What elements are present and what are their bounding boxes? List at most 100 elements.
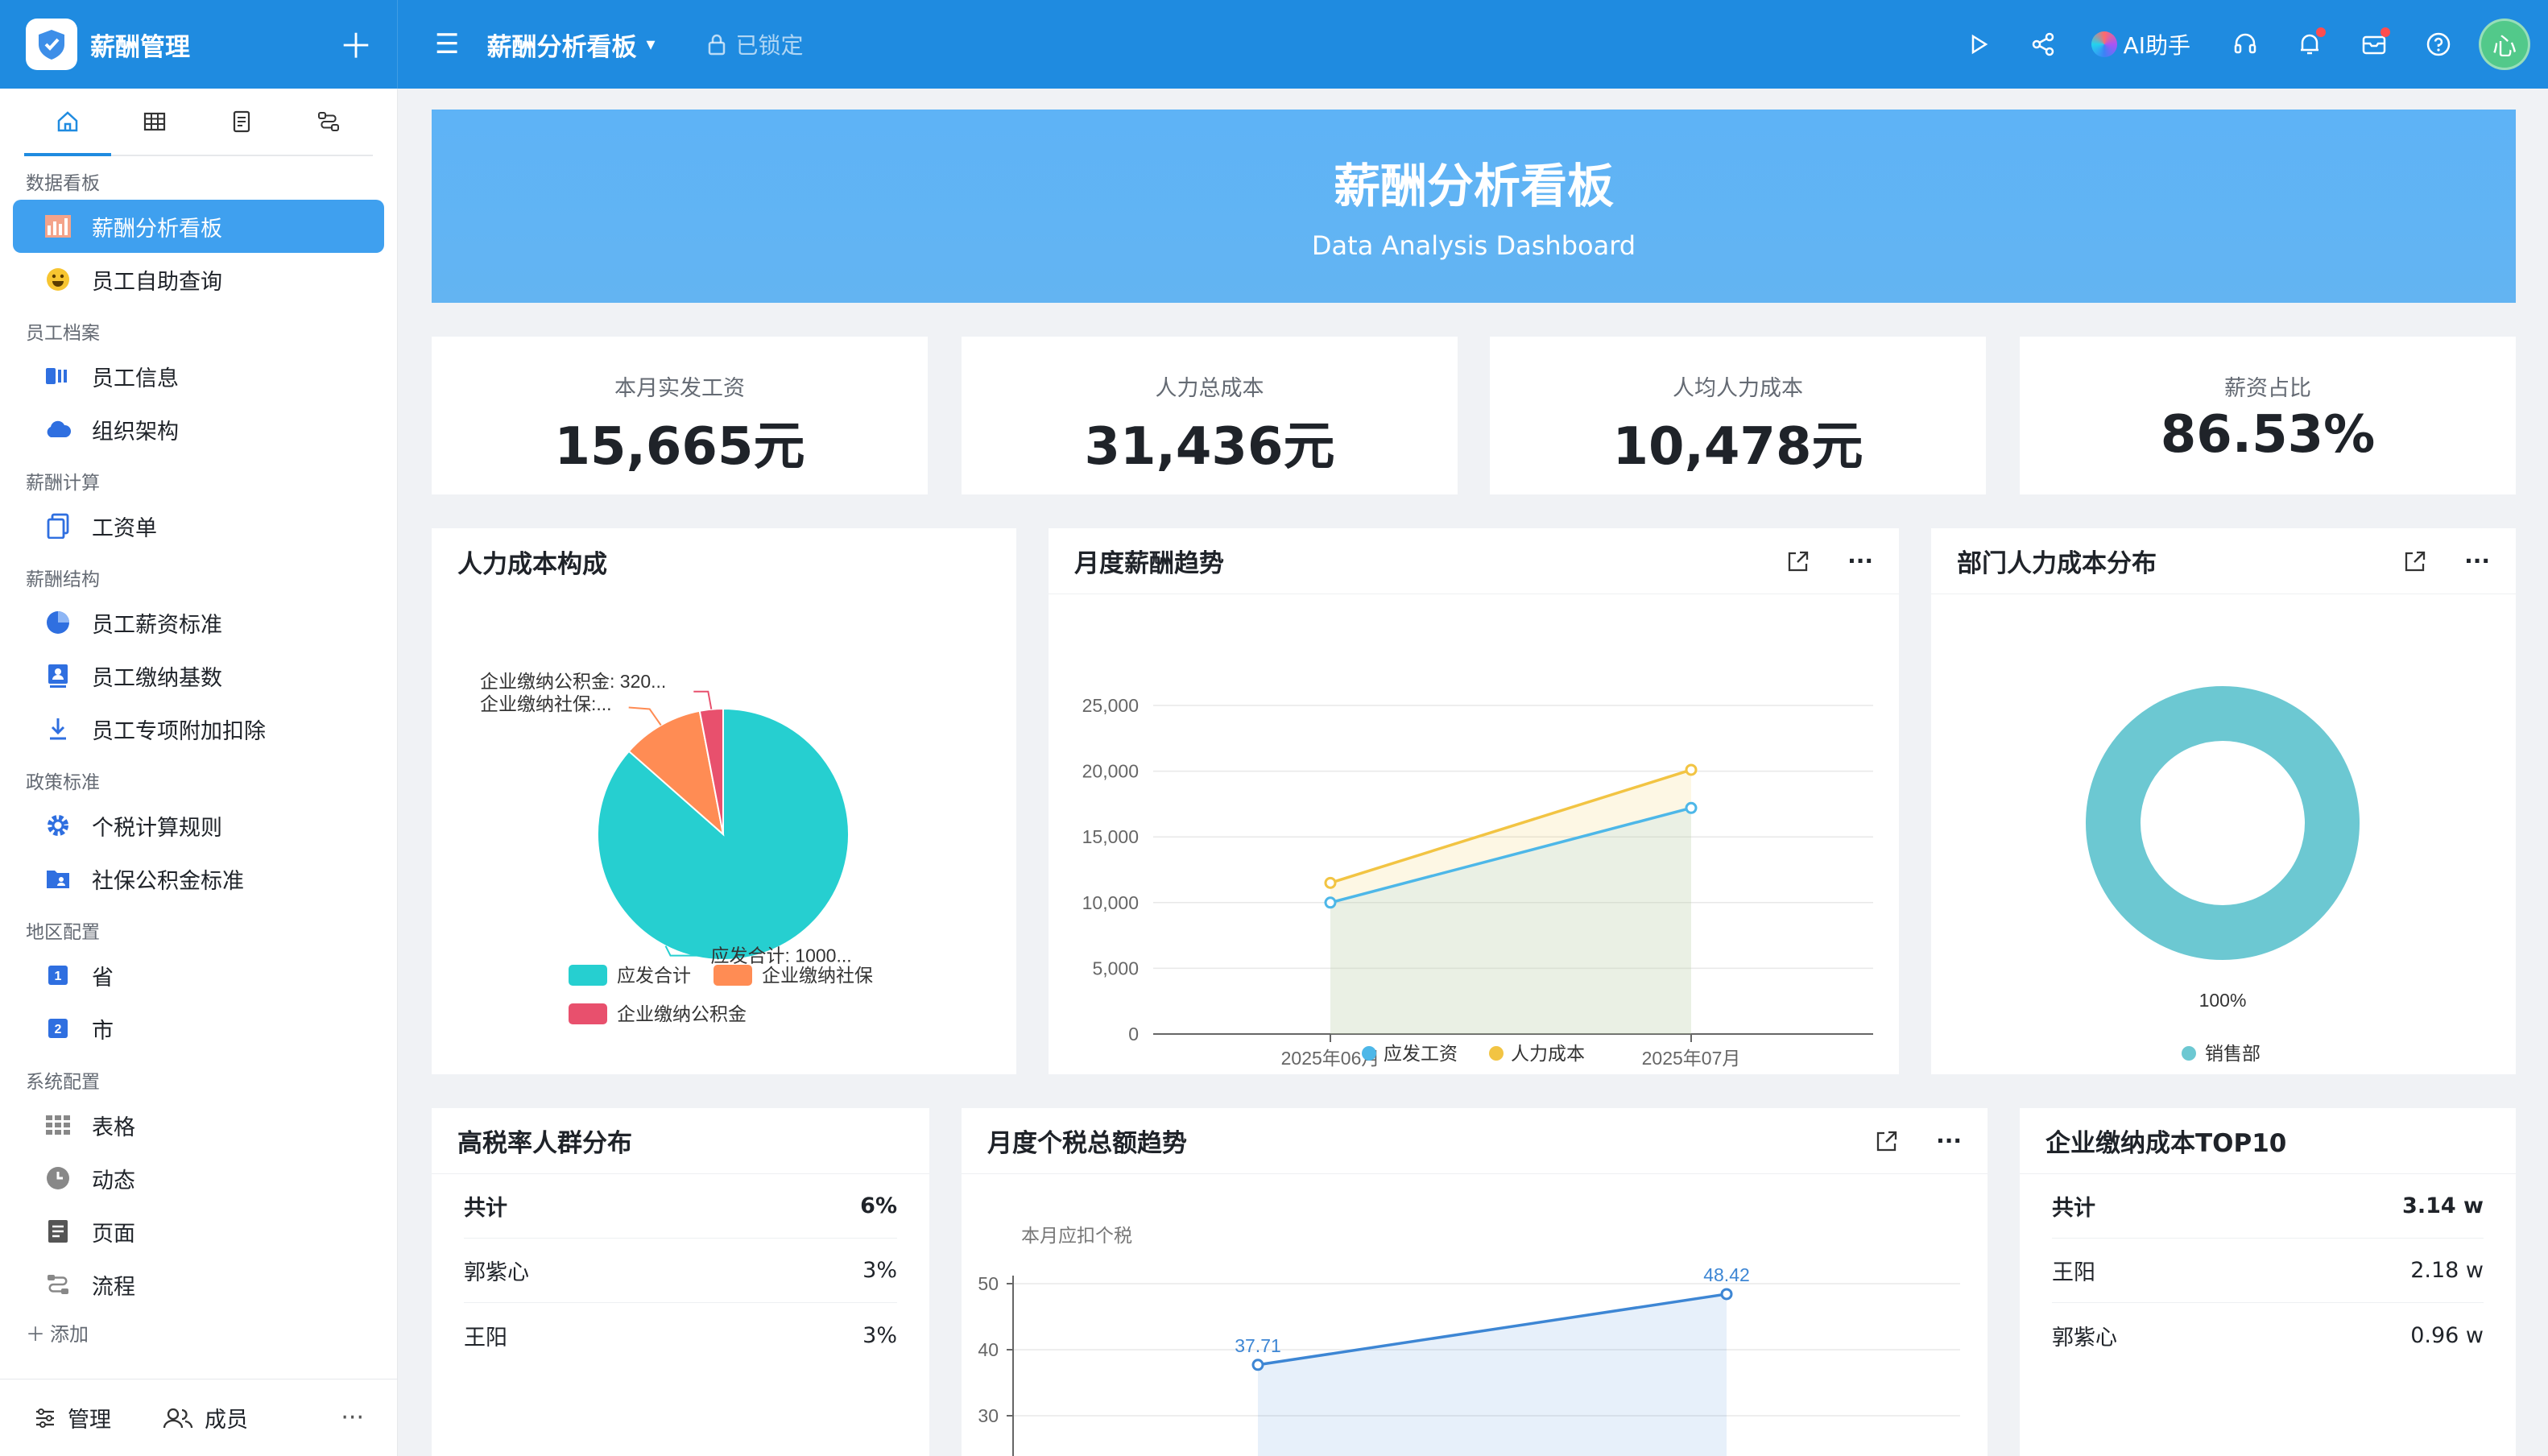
sidebar-group-title: 薪酬结构	[26, 569, 100, 590]
copy-icon	[43, 511, 72, 540]
app-name: 薪酬管理	[90, 32, 190, 62]
more-icon[interactable]: ···	[341, 1404, 364, 1432]
y-tick-label: 5,000	[1092, 958, 1139, 978]
legend-label: 企业缴纳公积金	[617, 1003, 747, 1024]
data-label: 37.71	[1235, 1335, 1281, 1356]
expand-icon[interactable]	[2403, 549, 2427, 573]
table-row: 郭紫心 3%	[464, 1239, 897, 1303]
share-icon[interactable]	[2011, 0, 2075, 89]
banner-title: 薪酬分析看板	[1333, 159, 1614, 213]
bell-icon[interactable]	[2277, 0, 2342, 89]
sidebar-item-tax-rules[interactable]: 个税计算规则	[13, 799, 384, 852]
sidebar-item-social-security[interactable]: 社保公积金标准	[13, 852, 384, 905]
smiley-icon	[43, 265, 72, 294]
top10-card: 企业缴纳成本TOP10 共计 3.14 w 王阳 2.18 w 郭紫心 0.96 w	[2020, 1108, 2516, 1456]
sidebar-item-flows[interactable]: 流程	[13, 1258, 384, 1311]
sidebar-item-contribution-base[interactable]: 员工缴纳基数	[13, 649, 384, 702]
tab-form[interactable]	[198, 89, 285, 155]
cost-composition-chart: 企业缴纳公积金: 320...企业缴纳社保:... 应发合计: 1000... 应发…	[480, 671, 873, 1024]
inbox-icon[interactable]	[2342, 0, 2406, 89]
sidebar-item-label: 员工缴纳基数	[92, 665, 222, 691]
cloud-icon	[43, 415, 72, 444]
add-item-button[interactable]: ＋添加	[0, 1311, 397, 1353]
contact-icon	[43, 661, 72, 690]
sidebar-item-special-deduction[interactable]: 员工专项附加扣除	[13, 702, 384, 755]
data-point	[1324, 896, 1337, 909]
help-icon[interactable]	[2406, 0, 2471, 89]
card-title: 部门人力成本分布	[1957, 549, 2157, 578]
manage-label: 管理	[68, 1408, 111, 1433]
stat-value: 86.53%	[2160, 405, 2376, 465]
sidebar-item-label: 薪酬分析看板	[92, 216, 222, 242]
y-tick-label: 0	[1128, 1024, 1139, 1044]
sidebar-footer: 管理 成员 ···	[0, 1379, 398, 1456]
card-header: 部门人力成本分布 ···	[1931, 528, 2516, 594]
callout-label: 应发合计: 1000...	[711, 945, 852, 966]
sidebar-item-pages[interactable]: 页面	[13, 1205, 384, 1258]
sidebar-item-activity[interactable]: 动态	[13, 1152, 384, 1205]
table-row: 王阳 2.18 w	[2052, 1239, 2484, 1303]
more-icon[interactable]: ···	[2464, 548, 2490, 574]
sidebar-item-salary-standard[interactable]: 员工薪资标准	[13, 596, 384, 649]
add-app-button[interactable]: ＋	[339, 19, 373, 68]
ai-assistant-label: AI助手	[2123, 32, 2190, 59]
ai-assistant-button[interactable]: AI助手	[2091, 28, 2190, 60]
stat-card: 本月实发工资 15,665元	[432, 337, 928, 494]
grid-icon	[43, 1111, 72, 1140]
app-header: 薪酬管理 ＋	[0, 0, 398, 89]
expand-icon[interactable]	[1786, 549, 1810, 573]
page-title[interactable]: 薪酬分析看板	[486, 27, 636, 63]
stat-label: 薪资占比	[2224, 376, 2311, 401]
row-value: 6%	[860, 1193, 897, 1218]
data-point	[1251, 1359, 1264, 1371]
chevron-down-icon[interactable]: ▾	[646, 35, 655, 55]
sidebar-item-label: 员工信息	[92, 366, 179, 391]
sidebar-item-label: 工资单	[92, 515, 157, 541]
tab-workflow[interactable]	[285, 89, 372, 155]
user-avatar[interactable]: 心	[2479, 19, 2530, 70]
manage-button[interactable]: 管理	[34, 1402, 111, 1433]
row-value: 0.96 w	[2410, 1322, 2484, 1348]
chart-icon	[43, 212, 72, 241]
sidebar-item-label: 动态	[92, 1168, 135, 1193]
headset-icon[interactable]	[2213, 0, 2277, 89]
members-button[interactable]: 成员	[163, 1402, 248, 1433]
flow-icon	[43, 1270, 72, 1299]
stat-card: 人均人力成本 10,478元	[1490, 337, 1986, 494]
y-tick-label: 25,000	[1082, 695, 1139, 716]
expand-icon[interactable]	[1875, 1129, 1899, 1153]
row-name: 共计	[464, 1196, 507, 1221]
table-row: 郭紫心 0.96 w	[2052, 1303, 2484, 1367]
more-icon[interactable]: ···	[1936, 1127, 1962, 1154]
legend-label: 应发工资	[1384, 1043, 1458, 1064]
tab-table[interactable]	[111, 89, 198, 155]
sidebar-group-title: 系统配置	[26, 1072, 100, 1093]
sidebar-item-salary-dashboard[interactable]: 薪酬分析看板	[13, 200, 384, 253]
more-icon[interactable]: ···	[1847, 548, 1873, 574]
data-label: 48.42	[1703, 1264, 1750, 1285]
sidebar-item-employee-info[interactable]: 员工信息	[13, 350, 384, 403]
card-title: 人力成本构成	[457, 549, 607, 579]
sidebar-item-employee-query[interactable]: 员工自助查询	[13, 253, 384, 306]
legend-dot	[1489, 1046, 1504, 1061]
sidebar-item-tables[interactable]: 表格	[13, 1098, 384, 1152]
callout-line	[693, 690, 713, 709]
sliders-icon	[36, 1408, 54, 1428]
sidebar-item-province[interactable]: 1省	[13, 949, 384, 1002]
sidebar-item-label: 省	[92, 965, 114, 991]
row-name: 王阳	[464, 1325, 507, 1351]
sidebar-item-payslip[interactable]: 工资单	[13, 499, 384, 552]
menu-icon[interactable]: ☰	[435, 28, 459, 60]
table-row: 共计 6%	[464, 1174, 897, 1239]
sidebar-item-org-chart[interactable]: 组织架构	[13, 403, 384, 456]
lock-label: 已锁定	[735, 32, 804, 59]
sidebar-item-city[interactable]: 2市	[13, 1002, 384, 1055]
tab-home[interactable]	[24, 89, 111, 156]
card-title: 企业缴纳成本TOP10	[2020, 1108, 2516, 1174]
stat-label: 本月实发工资	[614, 376, 745, 401]
dashboard-banner: 薪酬分析看板 Data Analysis Dashboard	[432, 110, 2516, 303]
card-title: 月度个税总额趋势	[987, 1129, 1187, 1158]
stat-label: 人均人力成本	[1673, 376, 1803, 401]
play-icon[interactable]	[1946, 0, 2011, 89]
folder-user-icon	[43, 864, 72, 893]
